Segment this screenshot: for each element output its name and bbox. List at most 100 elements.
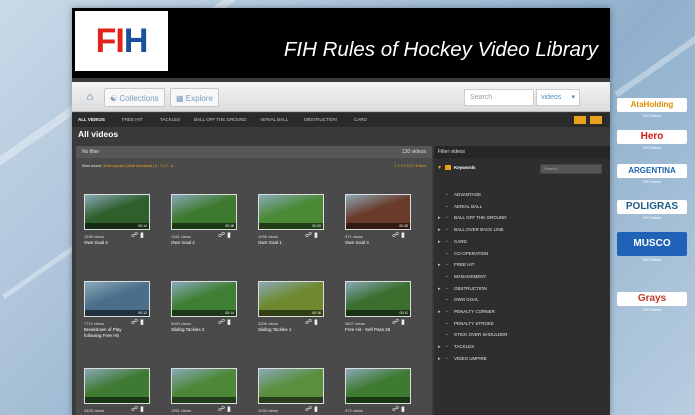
tab-tackles[interactable]: TACKLES: [160, 113, 180, 127]
keywords-row[interactable]: ▾ Keywords Search...: [434, 162, 610, 176]
share-icon[interactable]: ☍: [392, 406, 399, 413]
sponsor-logo[interactable]: Hero: [617, 130, 687, 144]
bookmark-icon[interactable]: ▮: [227, 232, 231, 239]
video-thumbnail[interactable]: 00:25: [345, 194, 411, 230]
keyword-item[interactable]: • MANAGEMENT: [434, 272, 610, 282]
share-icon[interactable]: ☍: [131, 232, 138, 239]
share-icon[interactable]: ☍: [218, 406, 225, 413]
tab-all-videos[interactable]: All videos: [78, 113, 105, 127]
expand-arrow-icon[interactable]: ▸: [438, 260, 441, 270]
keyword-search-input[interactable]: Search...: [540, 164, 602, 174]
video-card[interactable]: 00:16 3336 views ☍ ▮ Sliding Tackles 1: [258, 281, 324, 347]
video-card[interactable]: 00:11 2807 views ☍ ▮ Free Hit - Self Pass 2…: [345, 281, 411, 347]
video-card[interactable]: 00:14 5093 views ☍ ▮ Sliding Tackles 2: [171, 281, 237, 347]
video-card[interactable]: 00:18 1261 views ☍ ▮ Own Goal 2: [171, 194, 237, 260]
video-card[interactable]: 00:25 971 views ☍ ▮ Own Goal 3: [345, 194, 411, 260]
bookmark-icon[interactable]: ▮: [140, 319, 144, 326]
keyword-item[interactable]: ▸ • OBSTRUCTION: [434, 284, 610, 294]
search-scope-select[interactable]: videos ▾: [536, 89, 580, 106]
video-title[interactable]: Own Goal 4: [84, 240, 140, 246]
video-thumbnail[interactable]: [345, 368, 411, 404]
expand-arrow-icon[interactable]: ▸: [438, 284, 441, 294]
keyword-item[interactable]: ▸ • BALL OFF THE GROUND: [434, 213, 610, 223]
keyword-item[interactable]: ▸ • CARD: [434, 237, 610, 247]
share-icon[interactable]: ☍: [305, 319, 312, 326]
share-icon[interactable]: ☍: [131, 319, 138, 326]
video-card[interactable]: 00:12 7710 views ☍ ▮ Breakdown of Play foll…: [84, 281, 150, 347]
video-card[interactable]: 1951 views ☍ ▮: [171, 368, 237, 415]
video-thumbnail[interactable]: 00:18: [171, 194, 237, 230]
pagination[interactable]: 1 2 3 4 5 6 7 8 Next: [395, 161, 426, 171]
home-icon[interactable]: ⌂: [80, 88, 100, 107]
keyword-item[interactable]: ▸ • VIDEO UMPIRE: [434, 354, 610, 364]
sort-most-recent[interactable]: Most recent: [82, 164, 101, 168]
video-card[interactable]: 00:14 1545 views ☍ ▮ Own Goal 4: [84, 194, 150, 260]
video-card[interactable]: 2403 views ☍ ▮: [84, 368, 150, 415]
sponsor-logo[interactable]: POLIGRAS: [617, 200, 687, 214]
video-title[interactable]: Free Hit - Self Pass 26: [345, 327, 401, 333]
bookmark-icon[interactable]: ▮: [227, 406, 231, 413]
bookmark-icon[interactable]: ▮: [314, 319, 318, 326]
bookmark-icon[interactable]: ▮: [314, 406, 318, 413]
keyword-item[interactable]: • OWN GOAL: [434, 295, 610, 305]
share-icon[interactable]: ☍: [218, 319, 225, 326]
sponsor-logo[interactable]: ARGENTINA: [617, 164, 687, 178]
expand-icon[interactable]: ▾: [438, 164, 441, 171]
video-thumbnail[interactable]: 00:14: [84, 194, 150, 230]
video-thumbnail[interactable]: 00:12: [84, 281, 150, 317]
bookmark-icon[interactable]: ▮: [140, 232, 144, 239]
video-title[interactable]: Breakdown of Play following Free Hit: [84, 327, 140, 339]
video-title[interactable]: Sliding Tackles 2: [171, 327, 227, 333]
keyword-item[interactable]: ▸ • FREE HIT: [434, 260, 610, 270]
keyword-item[interactable]: • STICK OVER SHOULDER: [434, 330, 610, 340]
tab-obstruction[interactable]: OBSTRUCTION: [304, 113, 337, 127]
share-icon[interactable]: ☍: [392, 319, 399, 326]
expand-arrow-icon[interactable]: ▸: [438, 307, 441, 317]
video-thumbnail[interactable]: 00:20: [258, 194, 324, 230]
bookmark-icon[interactable]: ▮: [314, 232, 318, 239]
keyword-item[interactable]: ▸ • TACKLES: [434, 342, 610, 352]
video-title[interactable]: Sliding Tackles 1: [258, 327, 314, 333]
sponsor-logo[interactable]: Grays: [617, 292, 687, 306]
video-thumbnail[interactable]: 00:16: [258, 281, 324, 317]
keyword-item[interactable]: ▸ • PENALTY CORNER: [434, 307, 610, 317]
keyword-item[interactable]: • ADVANTAGE: [434, 190, 610, 200]
bookmark-icon[interactable]: ▮: [140, 406, 144, 413]
video-card[interactable]: 1030 views ☍ ▮: [258, 368, 324, 415]
tab-free-hit[interactable]: FREE HIT: [122, 113, 143, 127]
keyword-item[interactable]: • PENALTY STROKE: [434, 319, 610, 329]
explore-button[interactable]: ▦ Explore: [170, 88, 219, 107]
share-icon[interactable]: ☍: [218, 232, 225, 239]
video-thumbnail[interactable]: [258, 368, 324, 404]
sponsor-logo[interactable]: AtaHolding: [617, 98, 687, 112]
share-icon[interactable]: ☍: [305, 232, 312, 239]
bookmark-icon[interactable]: ▮: [227, 319, 231, 326]
bookmark-icon[interactable]: ▮: [401, 232, 405, 239]
video-thumbnail[interactable]: [84, 368, 150, 404]
search-input[interactable]: Search: [464, 89, 534, 106]
tab-card[interactable]: CARD: [354, 113, 367, 127]
list-view-icon[interactable]: [590, 116, 602, 124]
expand-arrow-icon[interactable]: ▸: [438, 237, 441, 247]
video-thumbnail[interactable]: 00:14: [171, 281, 237, 317]
video-card[interactable]: 00:20 1096 views ☍ ▮ Own Goal 1: [258, 194, 324, 260]
keyword-item[interactable]: • CO-OPERATION: [434, 249, 610, 259]
keyword-item[interactable]: ▸ • BALL OVER BACK LINE: [434, 225, 610, 235]
video-title[interactable]: Own Goal 2: [171, 240, 227, 246]
share-icon[interactable]: ☍: [131, 406, 138, 413]
bookmark-icon[interactable]: ▮: [401, 319, 405, 326]
expand-arrow-icon[interactable]: ▸: [438, 342, 441, 352]
collections-button[interactable]: ☯ Collections: [104, 88, 165, 107]
keyword-item[interactable]: • AERIAL BALL: [434, 202, 610, 212]
expand-arrow-icon[interactable]: ▸: [438, 225, 441, 235]
video-thumbnail[interactable]: 00:11: [345, 281, 411, 317]
expand-arrow-icon[interactable]: ▸: [438, 354, 441, 364]
video-title[interactable]: Own Goal 1: [258, 240, 314, 246]
tab-ball-off-the-ground[interactable]: BALL OFF THE GROUND: [194, 113, 247, 127]
share-icon[interactable]: ☍: [305, 406, 312, 413]
share-icon[interactable]: ☍: [392, 232, 399, 239]
sort-options[interactable]: Most recent | Most popular | Most discus…: [82, 161, 173, 171]
expand-arrow-icon[interactable]: ▸: [438, 213, 441, 223]
tab-aerial-ball[interactable]: AERIAL BALL: [260, 113, 288, 127]
video-title[interactable]: Own Goal 3: [345, 240, 401, 246]
